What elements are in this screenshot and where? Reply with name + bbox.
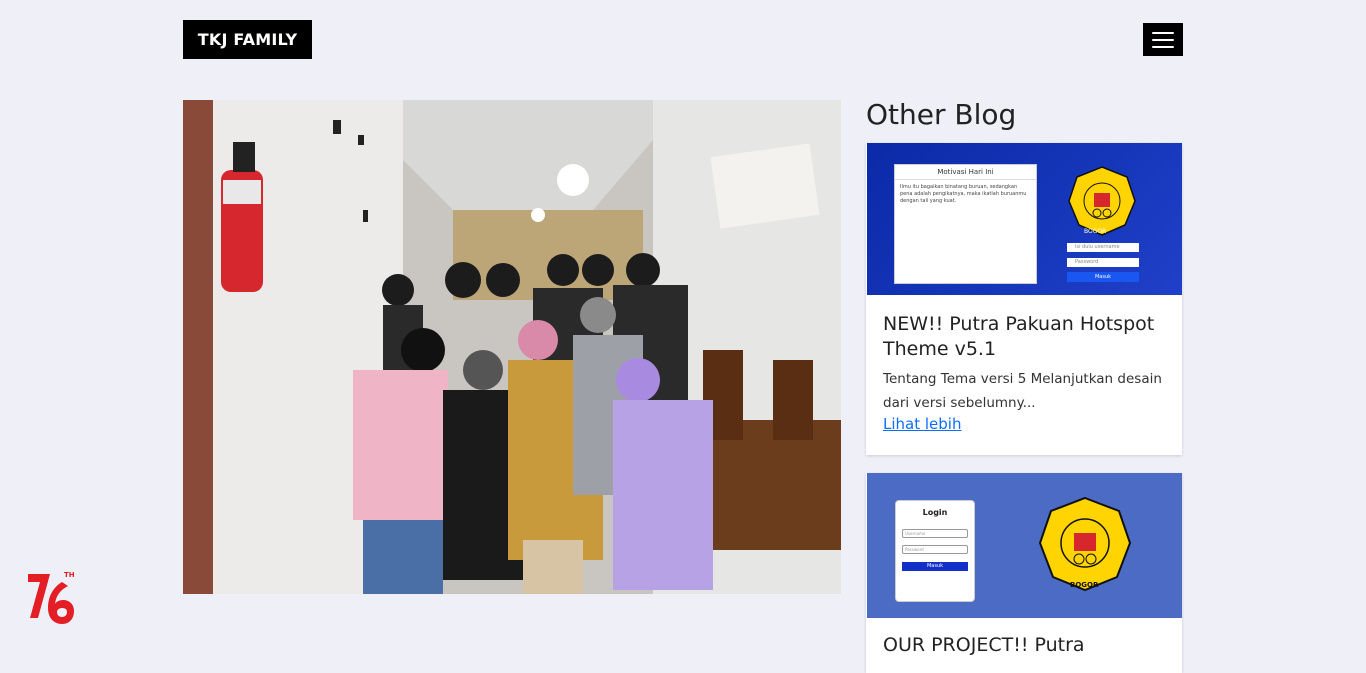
panel-title: Motivasi Hari Ini: [895, 165, 1036, 180]
read-more-link[interactable]: Lihat lebih: [883, 415, 961, 433]
motivation-panel: Motivasi Hari Ini Ilmu itu bagaikan bina…: [894, 164, 1037, 284]
blog-card-title[interactable]: OUR PROJECT!! Putra: [883, 633, 1173, 658]
blog-card-thumbnail[interactable]: Motivasi Hari Ini Ilmu itu bagaikan bina…: [867, 143, 1182, 295]
anniversary-76-badge-icon: TH: [28, 571, 75, 624]
badge-suffix: TH: [64, 571, 75, 579]
username-field[interactable]: Isi dulu username: [1067, 243, 1139, 252]
logo-city: BOGOR: [1084, 228, 1107, 235]
blog-card[interactable]: Motivasi Hari Ini Ilmu itu bagaikan bina…: [866, 143, 1182, 455]
blog-card[interactable]: Login Username Password Masuk BOGOR OUR …: [866, 473, 1182, 673]
brand-logo[interactable]: TKJ FAMILY: [183, 20, 312, 59]
login-title: Login: [922, 508, 948, 517]
sidebar-title: Other Blog: [866, 98, 1017, 131]
password-field[interactable]: Password: [1067, 258, 1139, 267]
blog-card-title[interactable]: NEW!! Putra Pakuan Hotspot Theme v5.1: [883, 312, 1173, 362]
yayasan-logo-icon: [1068, 166, 1136, 236]
panel-text: Ilmu itu bagaikan binatang buruan, sedan…: [900, 184, 1027, 204]
login-panel: Login Username Password Masuk: [895, 500, 975, 602]
username-field[interactable]: Username: [902, 529, 968, 538]
blog-card-thumbnail[interactable]: Login Username Password Masuk BOGOR: [867, 473, 1182, 618]
login-button[interactable]: Masuk: [1067, 272, 1139, 282]
hamburger-icon: [1152, 31, 1174, 34]
blog-card-excerpt: Tentang Tema versi 5 Melanjutkan desain …: [883, 371, 1162, 411]
password-field[interactable]: Password: [902, 545, 968, 554]
group-photo-illustration: [183, 100, 841, 594]
menu-toggle-button[interactable]: [1143, 23, 1183, 56]
login-button[interactable]: Masuk: [902, 562, 968, 571]
hero-group-photo: [183, 100, 841, 594]
yayasan-logo-icon: [1038, 496, 1132, 592]
logo-city: BOGOR: [1070, 581, 1099, 589]
